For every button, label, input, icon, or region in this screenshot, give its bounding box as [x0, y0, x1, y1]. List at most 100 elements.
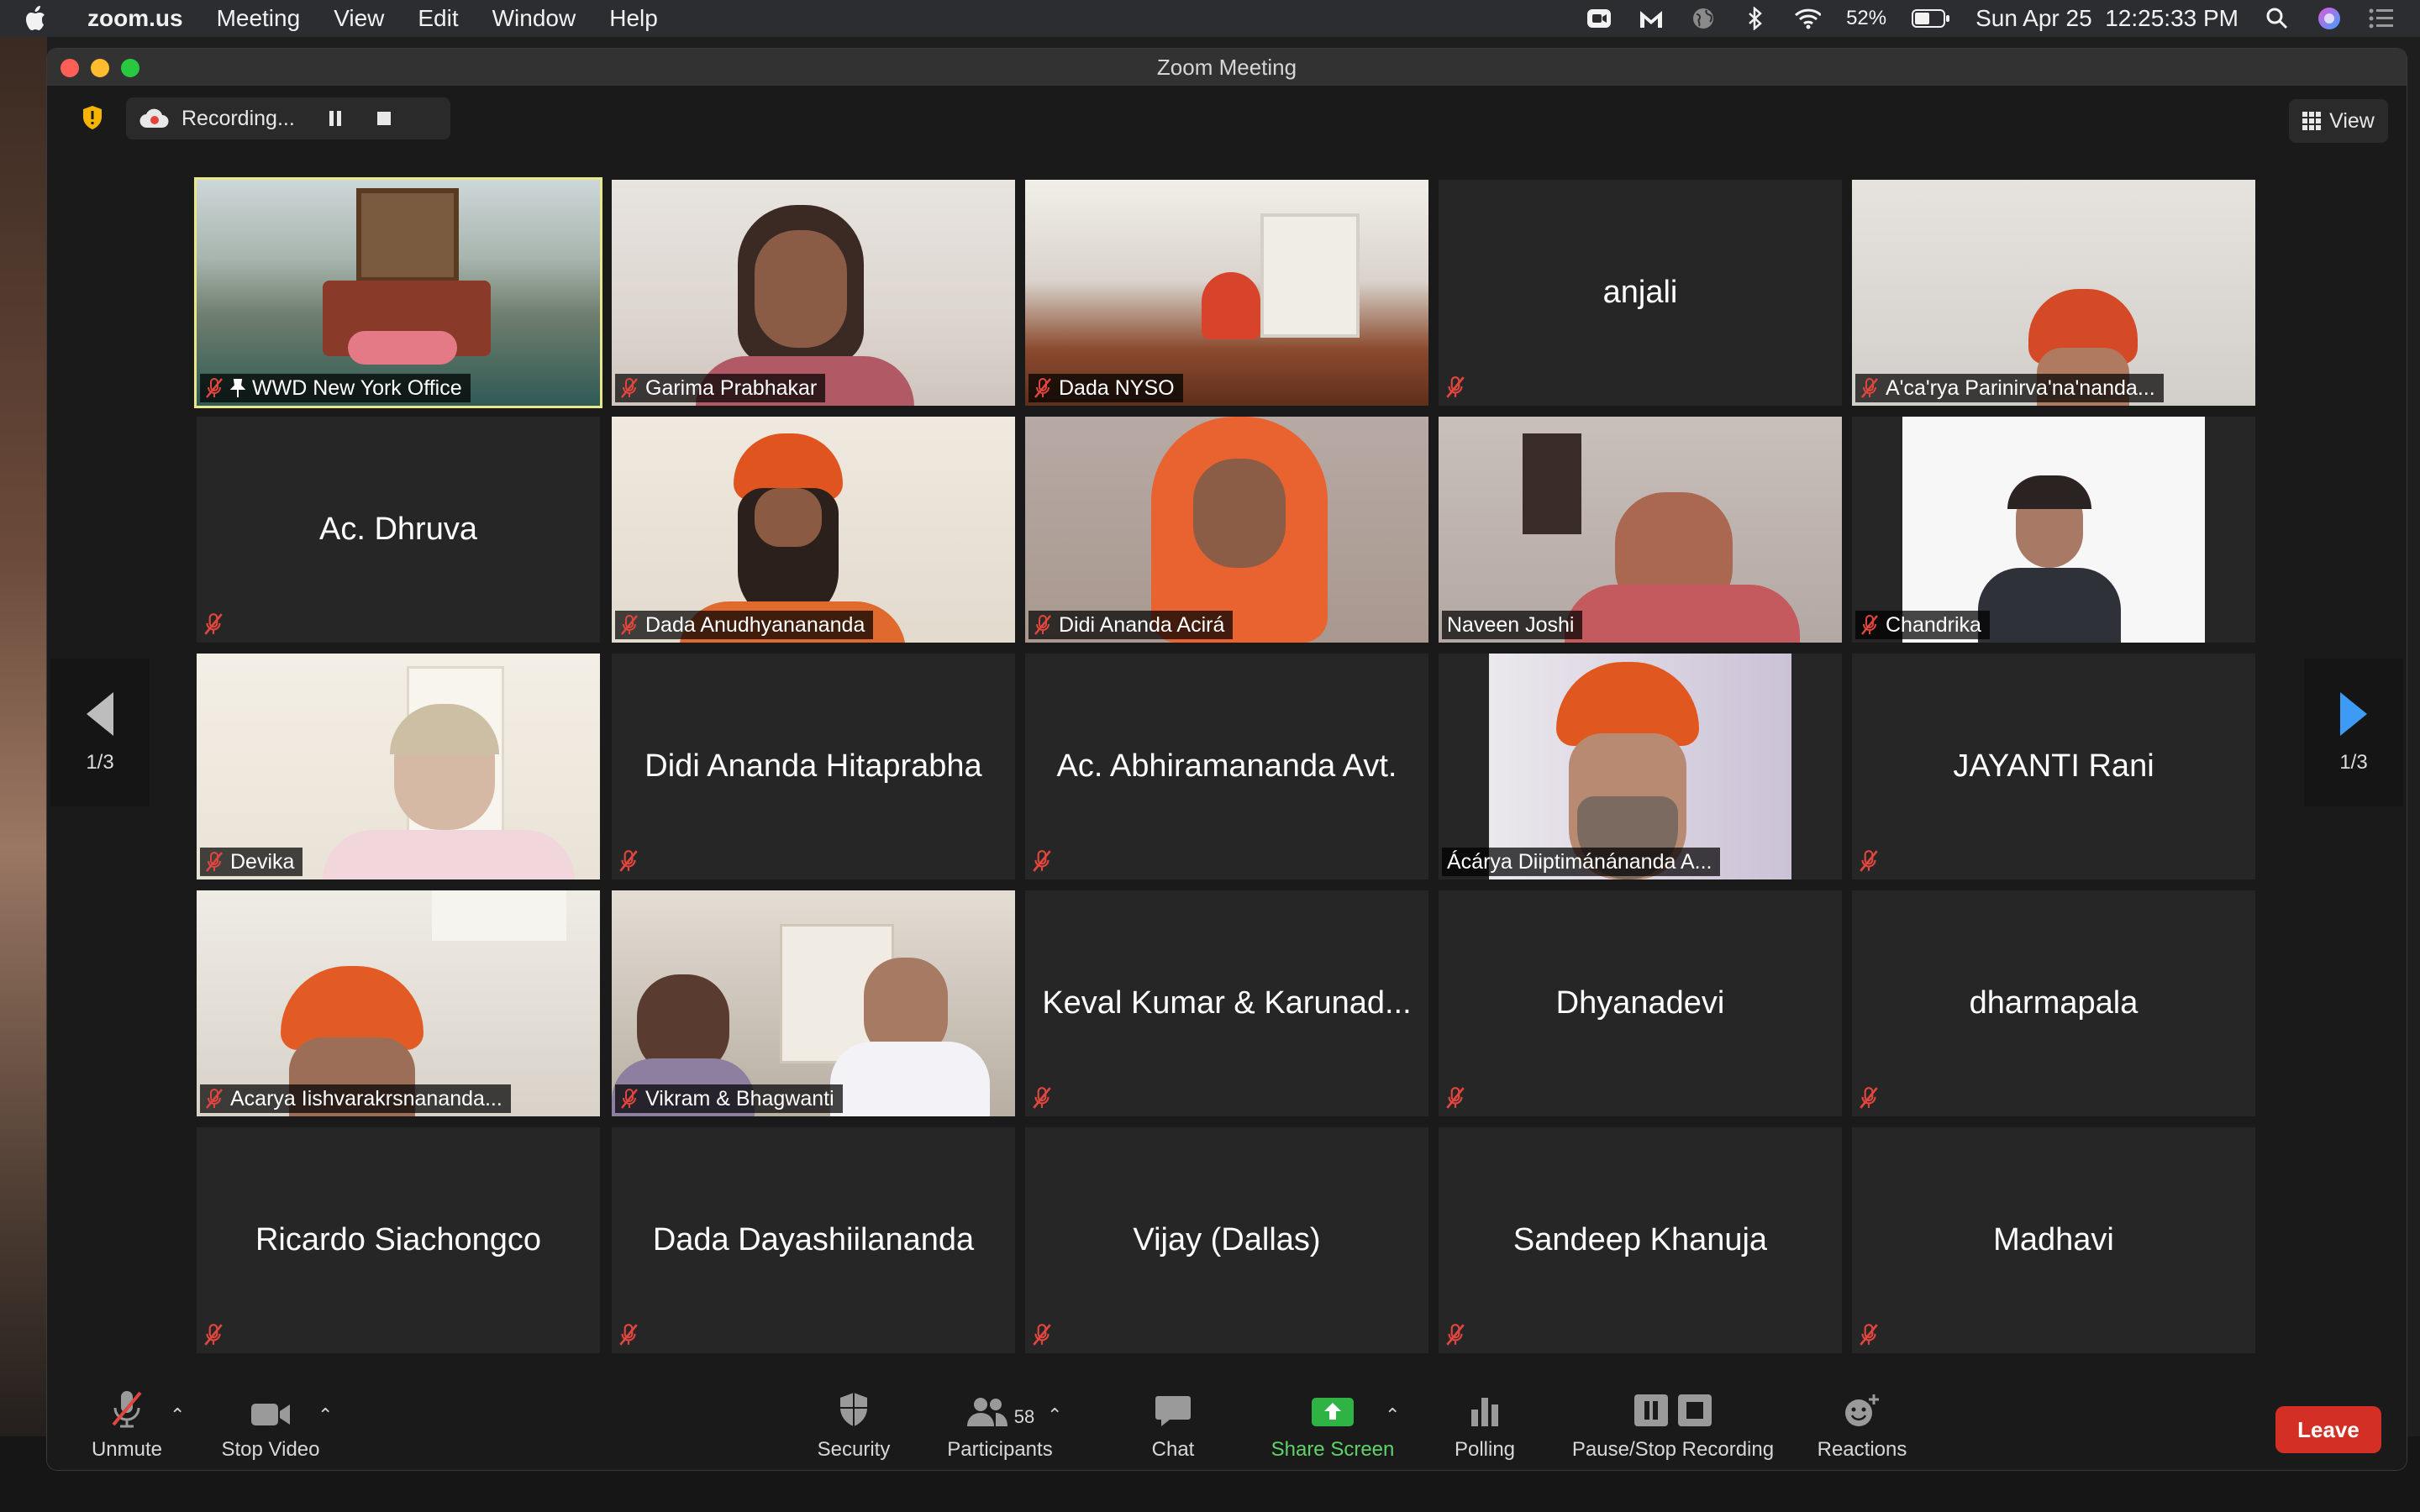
participant-tile[interactable]: Acarya Iishvarakrsnananda...	[197, 890, 600, 1116]
stop-video-button[interactable]: Stop Video	[212, 1381, 329, 1470]
video-options-chevron-icon[interactable]: ⌃	[318, 1404, 333, 1426]
reactions-button[interactable]: Reactions	[1812, 1381, 1912, 1470]
participant-tile[interactable]: Dada Anudhyanananda	[612, 417, 1015, 643]
participant-tile[interactable]: anjali	[1439, 180, 1842, 406]
participants-people-icon	[966, 1398, 1007, 1426]
polling-button[interactable]: Polling	[1439, 1381, 1531, 1470]
window-fullscreen-button[interactable]	[121, 59, 139, 77]
menu-view[interactable]: View	[334, 5, 384, 32]
participant-tile[interactable]: Didi Ananda Acirá	[1025, 417, 1428, 643]
view-button[interactable]: View	[2289, 99, 2388, 143]
participants-options-chevron-icon[interactable]: ⌃	[1047, 1404, 1062, 1426]
page-indicator-right: 1/3	[2339, 751, 2368, 774]
participant-tile[interactable]: Devika	[197, 654, 600, 879]
participant-tile[interactable]: Vijay (Dallas)	[1025, 1127, 1428, 1353]
participant-tile[interactable]: Ac. Dhruva	[197, 417, 600, 643]
participant-name: WWD New York Office	[252, 375, 462, 400]
participant-name-label: Vikram & Bhagwanti	[615, 1084, 843, 1113]
pause-stop-recording-button[interactable]: Pause/Stop Recording	[1560, 1381, 1786, 1470]
menu-window[interactable]: Window	[492, 5, 576, 32]
muted-mic-icon	[1860, 1087, 1878, 1109]
window-titlebar[interactable]: Zoom Meeting	[47, 49, 2407, 86]
encryption-shield-icon[interactable]	[76, 101, 109, 134]
security-shield-icon	[840, 1393, 867, 1426]
participant-tile[interactable]: Madhavi	[1852, 1127, 2255, 1353]
mail-m-icon[interactable]	[1638, 7, 1665, 30]
participant-tile[interactable]: Garima Prabhakar	[612, 180, 1015, 406]
battery-percent: 52%	[1846, 7, 1887, 29]
share-screen-arrow-icon	[1312, 1398, 1354, 1426]
participant-tile[interactable]: Chandrika	[1852, 417, 2255, 643]
previous-page-button[interactable]: 1/3	[50, 659, 150, 806]
participant-tile[interactable]: Ac. Abhiramananda Avt.	[1025, 654, 1428, 879]
globe-icon[interactable]	[1690, 7, 1717, 30]
participant-tile[interactable]: Ricardo Siachongco	[197, 1127, 600, 1353]
participant-tile[interactable]: Keval Kumar & Karunad...	[1025, 890, 1428, 1116]
participant-tile[interactable]: Dada NYSO	[1025, 180, 1428, 406]
security-button[interactable]: Security	[803, 1381, 904, 1470]
chevron-right-icon	[2340, 692, 2367, 736]
battery-icon[interactable]	[1912, 7, 1950, 30]
participant-tile[interactable]: Naveen Joshi	[1439, 417, 1842, 643]
chat-label: Chat	[1151, 1438, 1195, 1461]
participant-name-placeholder: Ac. Dhruva	[319, 512, 477, 547]
smiley-plus-icon	[1845, 1394, 1879, 1426]
menu-edit[interactable]: Edit	[418, 5, 458, 32]
muted-mic-icon	[621, 378, 638, 398]
audio-options-chevron-icon[interactable]: ⌃	[170, 1404, 185, 1426]
stop-recording-icon[interactable]	[374, 108, 394, 129]
chat-button[interactable]: Chat	[1131, 1381, 1215, 1470]
window-minimize-button[interactable]	[91, 59, 109, 77]
participant-tile[interactable]: Sandeep Khanuja	[1439, 1127, 1842, 1353]
participant-tile[interactable]: JAYANTI Rani	[1852, 654, 2255, 879]
zoom-status-icon[interactable]	[1586, 7, 1612, 30]
participant-name-placeholder: Dada Dayashiilananda	[652, 1222, 975, 1257]
share-options-chevron-icon[interactable]: ⌃	[1385, 1404, 1400, 1426]
menu-clock[interactable]: Sun Apr 25 12:25:33 PM	[1975, 5, 2238, 32]
siri-icon[interactable]	[2316, 7, 2343, 30]
unmute-button[interactable]: Unmute	[81, 1381, 173, 1470]
muted-mic-icon	[619, 1324, 638, 1346]
participants-label: Participants	[947, 1438, 1053, 1461]
participant-tile[interactable]: Ácárya Diiptimánánanda A...	[1439, 654, 1842, 879]
pause-recording-icon[interactable]	[325, 108, 345, 129]
notification-center-icon[interactable]	[2368, 7, 2395, 30]
muted-mic-icon	[1033, 1087, 1051, 1109]
stop-video-label: Stop Video	[221, 1438, 320, 1461]
next-page-button[interactable]: 1/3	[2304, 659, 2403, 806]
menu-help[interactable]: Help	[609, 5, 658, 32]
cloud-recording-icon	[139, 108, 169, 129]
bluetooth-icon[interactable]	[1742, 7, 1769, 30]
participant-tile[interactable]: dharmapala	[1852, 890, 2255, 1116]
participant-tile[interactable]: Didi Ananda Hitaprabha	[612, 654, 1015, 879]
participant-name-label: WWD New York Office	[200, 374, 471, 402]
menu-meeting[interactable]: Meeting	[217, 5, 301, 32]
participant-tile[interactable]: Vikram & Bhagwanti	[612, 890, 1015, 1116]
participant-video	[1025, 417, 1428, 643]
menu-app-name[interactable]: zoom.us	[87, 5, 183, 32]
participant-video	[1852, 180, 2255, 406]
participant-shirt	[323, 830, 575, 879]
leave-button[interactable]: Leave	[2275, 1406, 2381, 1453]
participant-name-placeholder: Madhavi	[1993, 1222, 2114, 1257]
wifi-icon[interactable]	[1794, 7, 1822, 30]
apple-icon[interactable]	[25, 4, 50, 33]
participant-tile[interactable]: Dada Dayashiilananda	[612, 1127, 1015, 1353]
participant-name: Dada NYSO	[1059, 375, 1175, 400]
participant-tile[interactable]: WWD New York Office	[194, 177, 602, 408]
chat-bubble-icon	[1155, 1396, 1191, 1426]
spotlight-search-icon[interactable]	[2264, 7, 2291, 30]
participant-name: Devika	[230, 849, 295, 874]
participant-name-placeholder: Sandeep Khanuja	[1512, 1222, 1768, 1257]
participant-name-placeholder: anjali	[1602, 275, 1678, 310]
zoom-meeting-window: Zoom Meeting Recording... View 1/3 1/3 W…	[47, 49, 2407, 1470]
window-close-button[interactable]	[60, 59, 79, 77]
participant-tile[interactable]: Dhyanadevi	[1439, 890, 1842, 1116]
participant-two-shirt	[830, 1042, 990, 1116]
unmute-label: Unmute	[91, 1438, 163, 1461]
ceiling-light	[432, 890, 566, 941]
participant-video	[1439, 417, 1842, 643]
window-title: Zoom Meeting	[1156, 54, 1297, 80]
participant-tile[interactable]: A'ca'rya Parinirva'na'nanda...	[1852, 180, 2255, 406]
muted-mic-icon	[1860, 850, 1878, 872]
